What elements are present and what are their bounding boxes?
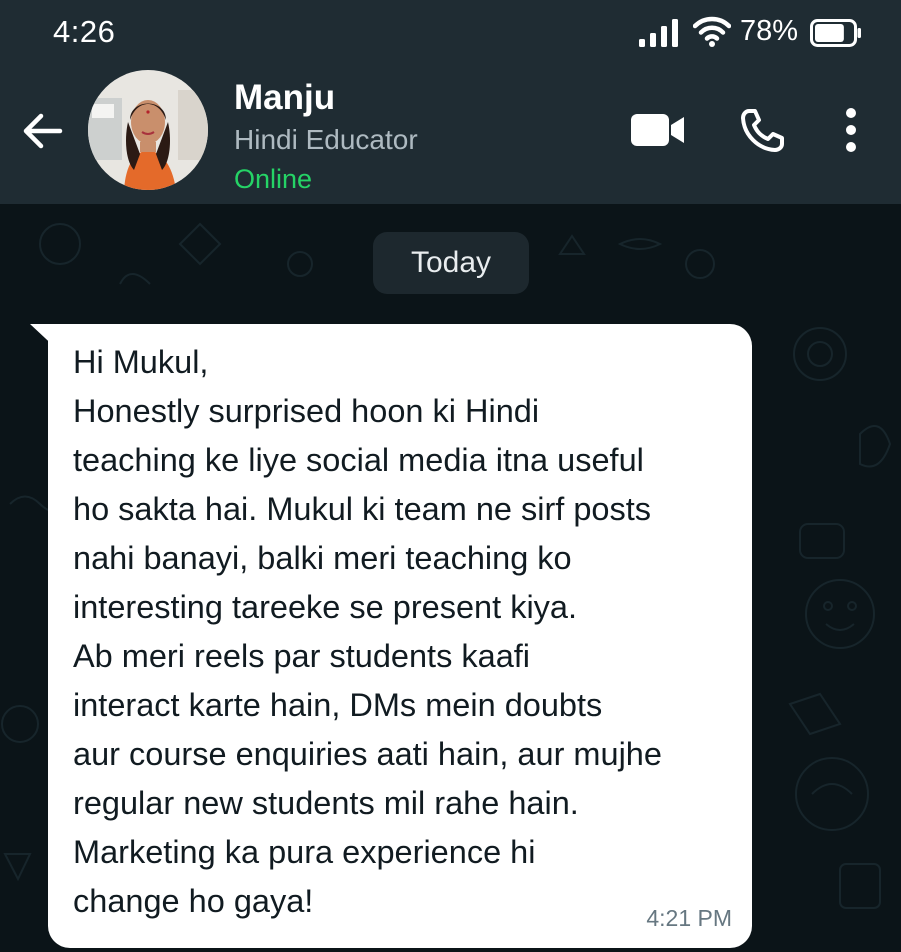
battery-icon — [810, 19, 861, 47]
chat-area: Today Hi Mukul, Honestly surprised hoon … — [0, 204, 901, 952]
avatar-photo — [88, 70, 208, 190]
message-timestamp: 4:21 PM — [646, 905, 732, 931]
message-text: Hi Mukul, Honestly surprised hoon ki Hin… — [73, 344, 662, 919]
video-call-icon[interactable] — [631, 112, 685, 148]
status-time: 4:26 — [53, 14, 116, 49]
contact-subtitle: Hindi Educator — [234, 124, 418, 155]
message-bubble[interactable]: Hi Mukul, Honestly surprised hoon ki Hin… — [48, 324, 752, 948]
back-arrow-icon[interactable] — [20, 108, 66, 154]
contact-name[interactable]: Manju — [234, 78, 335, 118]
contact-status: Online — [234, 164, 313, 194]
more-vertical-icon[interactable] — [838, 107, 864, 153]
status-bar: 4:26 78% — [0, 0, 901, 70]
avatar[interactable] — [88, 70, 208, 190]
wifi-icon — [693, 16, 731, 47]
battery-fill — [815, 24, 844, 42]
phone-icon[interactable] — [740, 107, 786, 153]
chat-header: Manju Hindi Educator Online — [0, 70, 901, 204]
date-chip: Today — [373, 232, 529, 294]
signal-icon — [639, 19, 678, 47]
battery-percent: 78% — [740, 15, 799, 47]
